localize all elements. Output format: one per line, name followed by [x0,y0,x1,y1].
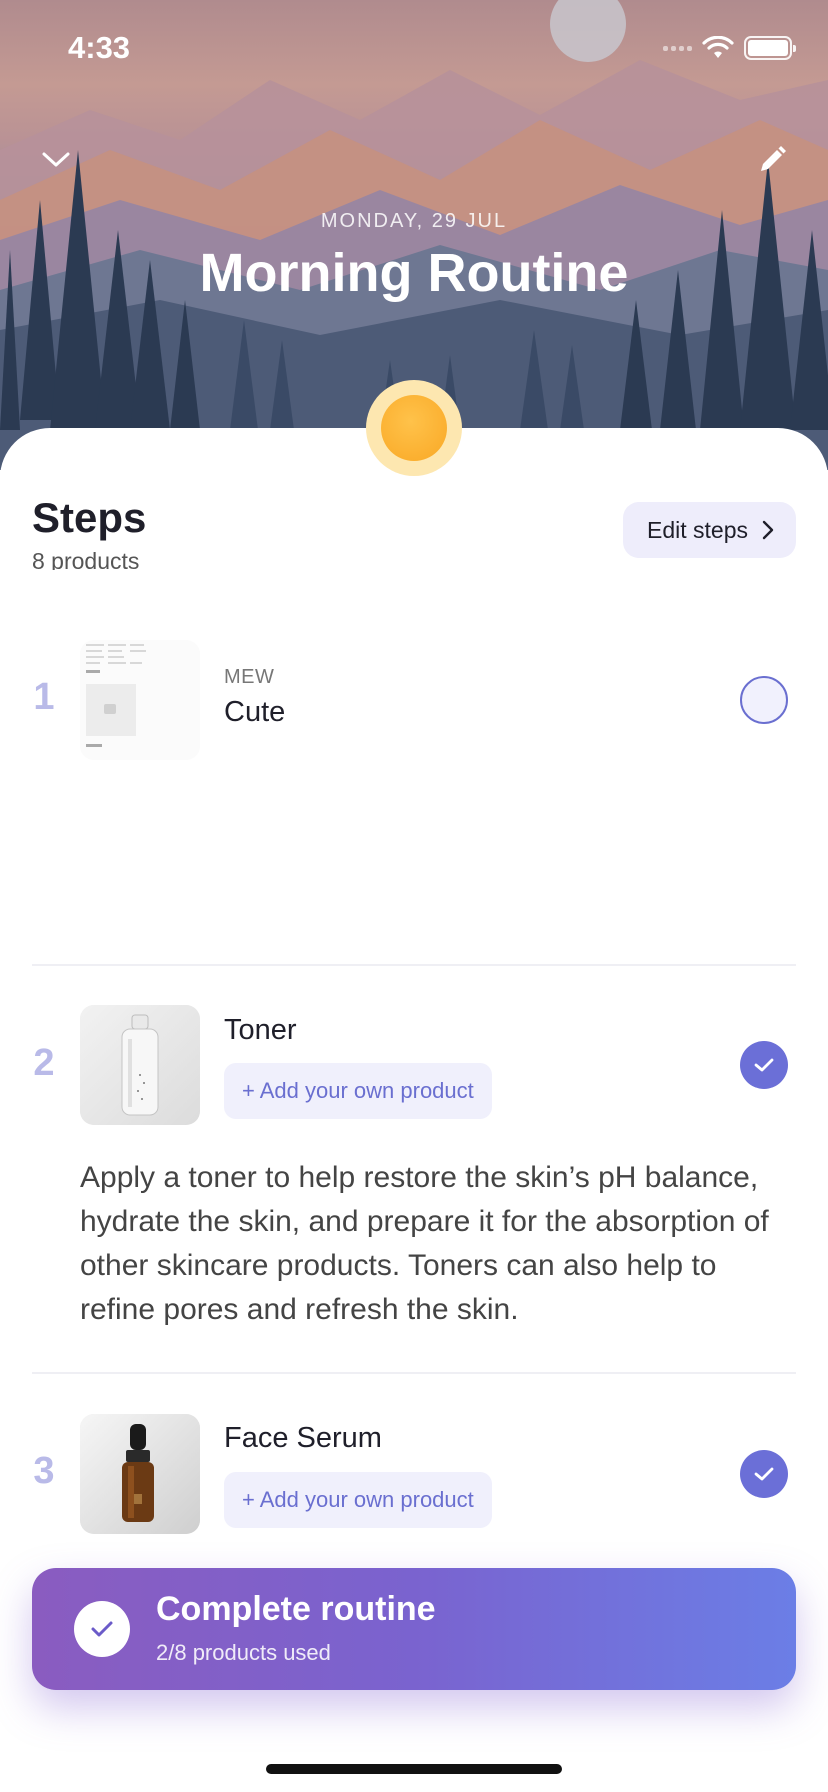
cellular-signal-icon [663,45,692,51]
step-checkbox[interactable] [740,1041,788,1089]
edit-routine-button[interactable] [752,140,792,180]
complete-check-badge [74,1601,130,1657]
product-thumbnail[interactable] [80,1414,200,1534]
step-number: 2 [33,1042,55,1084]
complete-routine-title: Complete routine [156,1590,436,1628]
product-brand: MEW [224,666,275,688]
product-thumbnail[interactable] [80,640,200,760]
divider [32,964,796,966]
pencil-icon [761,146,786,171]
chevron-right-icon [762,520,774,540]
status-icons [663,36,796,60]
step-checkbox[interactable] [740,1450,788,1498]
steps-product-count: 8 products [32,548,140,570]
product-name: Toner [224,1014,297,1046]
step-number: 3 [33,1450,55,1492]
add-own-product-button[interactable]: + Add your own product [224,1063,492,1119]
steps-heading: Steps [32,494,147,541]
sun-icon [366,380,462,476]
checkmark-icon [754,1058,774,1072]
edit-steps-button[interactable]: Edit steps [623,502,796,558]
step-number: 1 [33,676,55,718]
step-checkbox[interactable] [740,676,788,724]
toner-bottle-image [80,1005,200,1125]
status-time: 4:33 [68,30,131,65]
checkmark-icon [754,1467,774,1481]
serum-bottle-image [80,1414,200,1534]
product-image [80,640,200,760]
home-indicator[interactable] [266,1764,562,1774]
routine-title: Morning Routine [199,243,629,303]
add-own-product-button[interactable]: + Add your own product [224,1472,492,1528]
checkmark-icon [91,1621,113,1637]
chevron-down-icon [42,152,70,167]
routine-date: MONDAY, 29 JUL [320,210,508,232]
product-name: Face Serum [224,1422,382,1454]
product-thumbnail[interactable] [80,1005,200,1125]
edit-steps-label: Edit steps [647,516,748,543]
collapse-button[interactable] [36,140,76,180]
divider [32,1372,796,1374]
product-name: Cute [224,696,286,728]
battery-icon [744,36,796,60]
wifi-icon [702,36,734,58]
step-description: Apply a toner to help restore the skin’s… [80,1161,769,1326]
complete-routine-button[interactable]: Complete routine 2/8 products used [32,1568,796,1690]
products-used-count: 2/8 products used [156,1640,331,1665]
